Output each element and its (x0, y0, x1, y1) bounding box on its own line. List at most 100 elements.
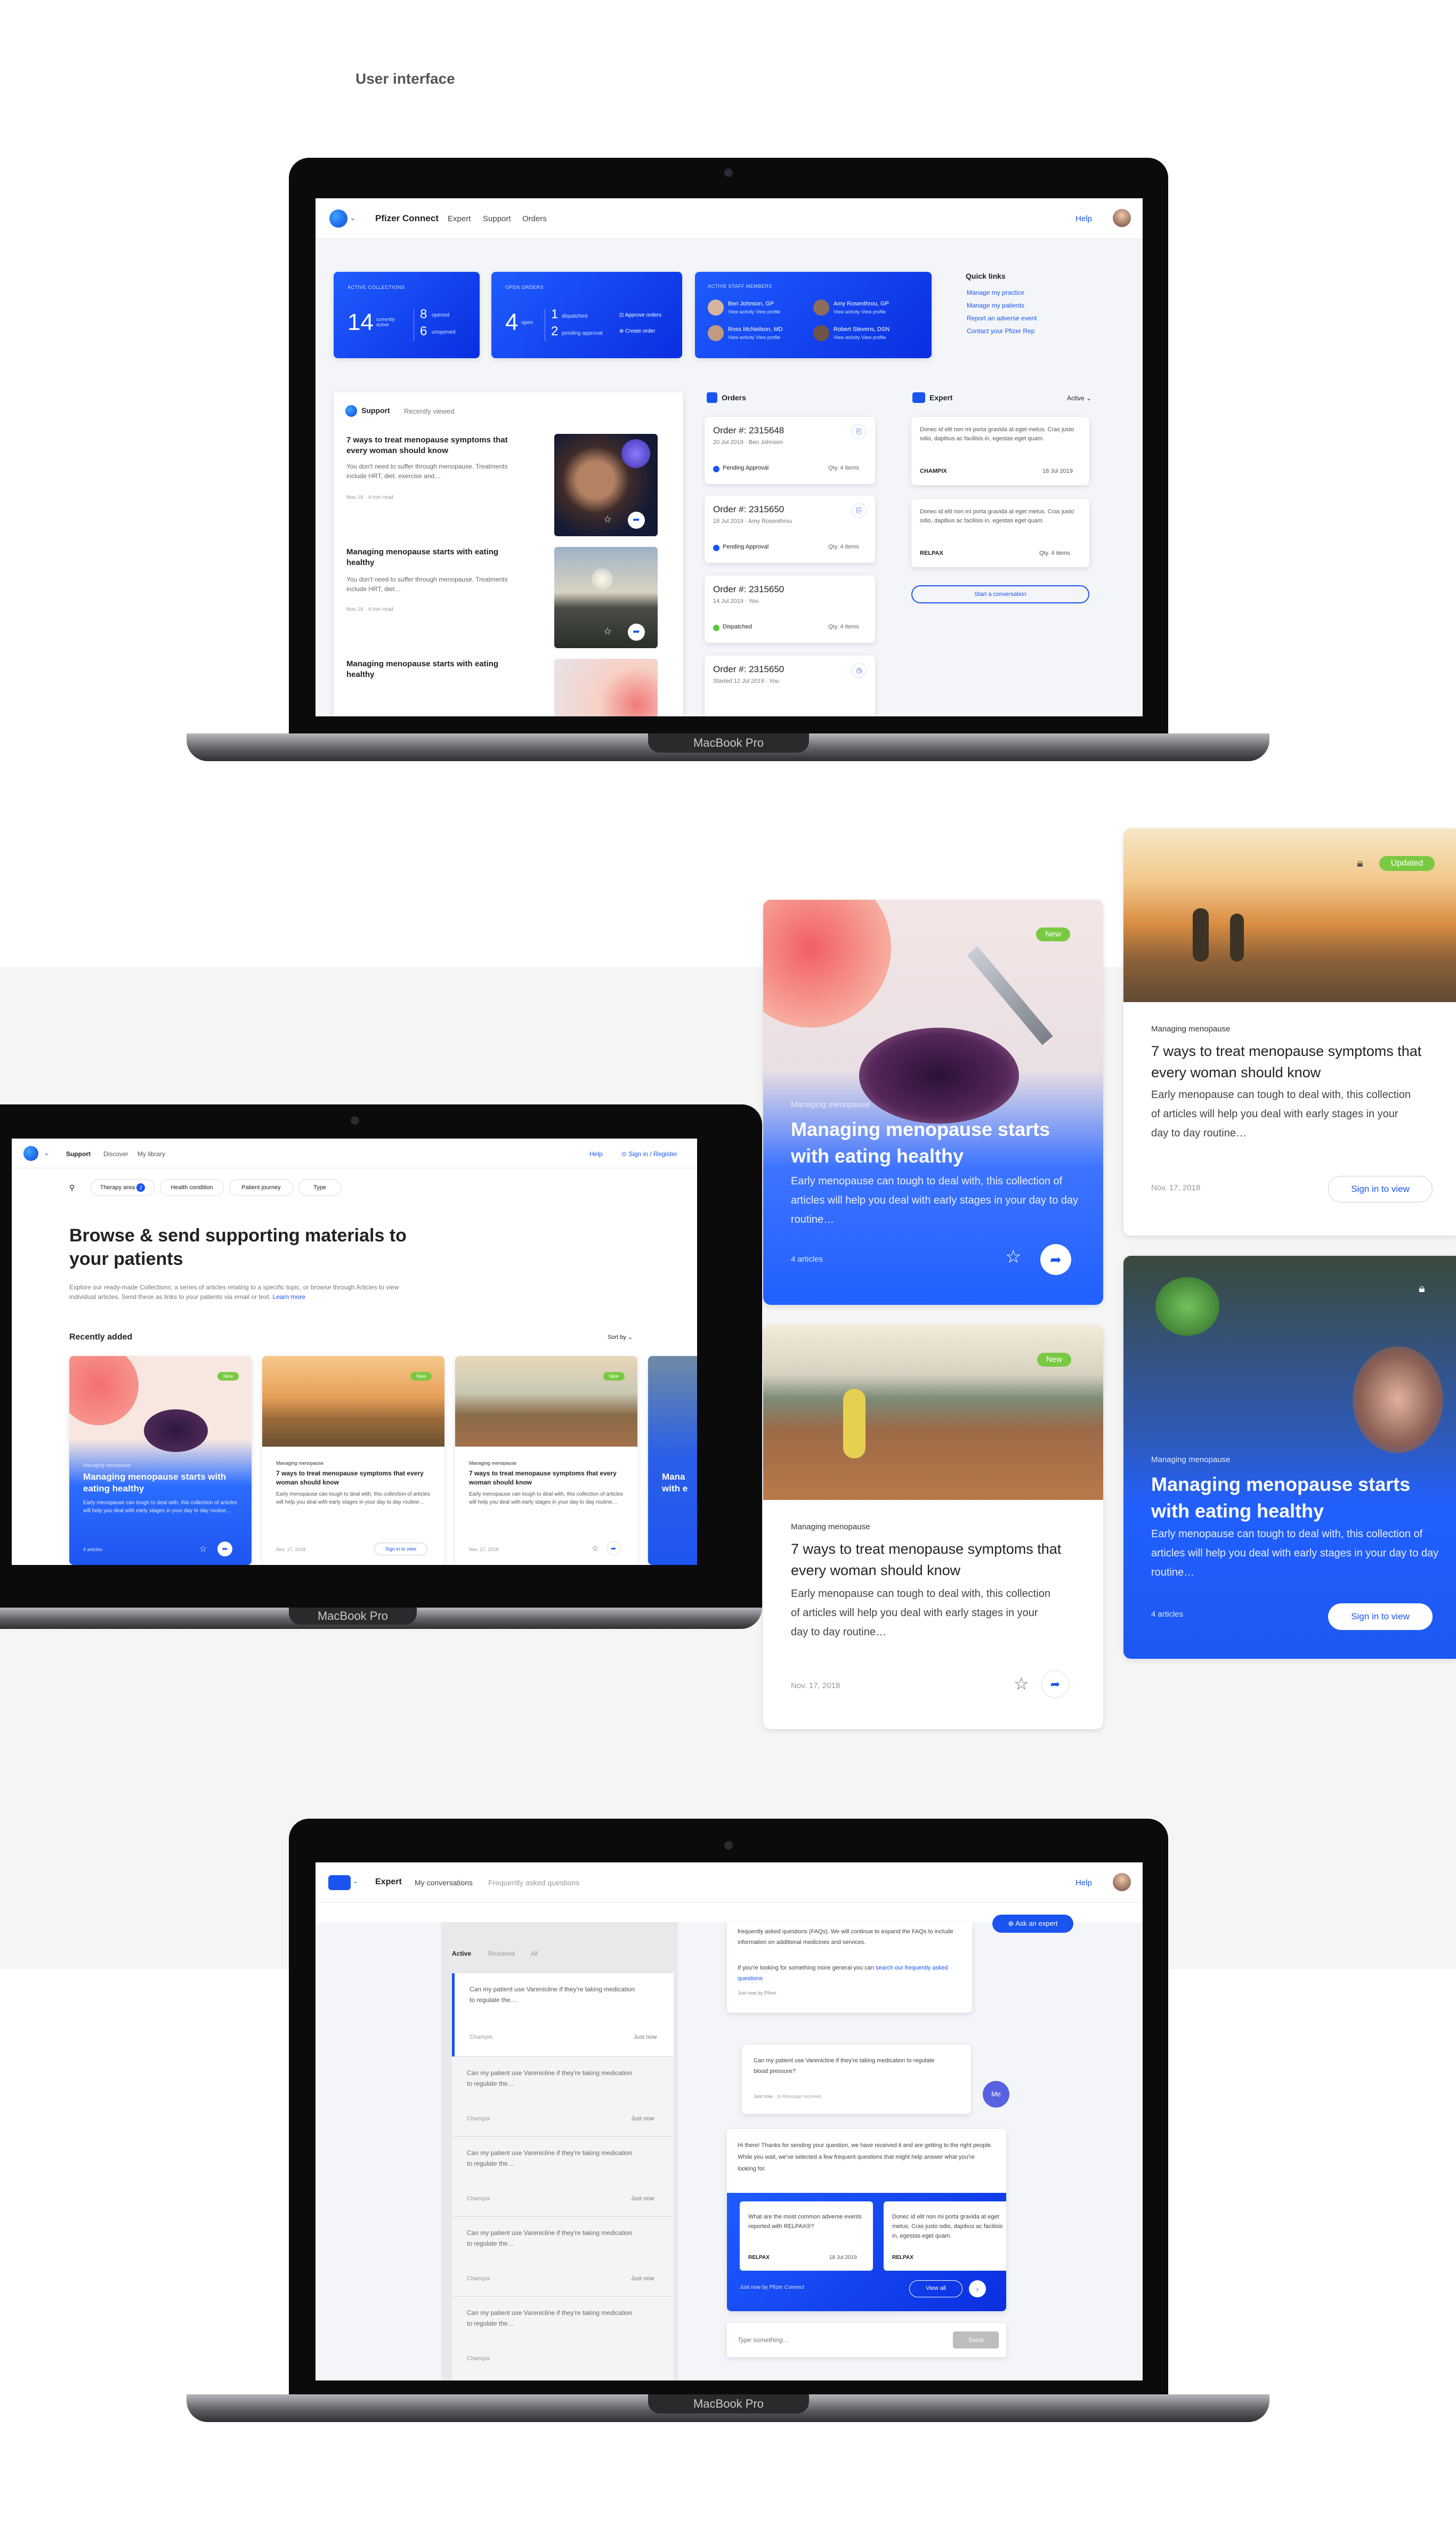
view-all-button[interactable]: View all (909, 2280, 962, 2297)
quick-link-patients[interactable]: Manage my patients (967, 302, 1024, 309)
article-photo[interactable]: ➦ ☆ (554, 547, 658, 648)
sign-in-to-view-button[interactable]: Sign in to view (374, 1543, 427, 1555)
article-photo[interactable]: ➦ ☆ (554, 434, 658, 536)
nav-orders[interactable]: Orders (522, 214, 547, 223)
nav-support[interactable]: Support (483, 214, 511, 223)
nav-faq[interactable]: Frequently asked questions (488, 1878, 579, 1887)
tab-recently-viewed[interactable]: Recently viewed (404, 407, 455, 415)
staff-links[interactable]: View activity View profile (834, 335, 886, 340)
quick-link-contact-rep[interactable]: Contact your Pfizer Rep (967, 327, 1034, 335)
approve-orders-link[interactable]: ⊡ Approve orders (619, 312, 661, 318)
article-title[interactable]: 7 ways to treat menopause symptoms that … (346, 435, 528, 456)
sign-in-to-view-button[interactable]: Sign in to view (1328, 1176, 1433, 1203)
order-card[interactable]: Order #: 2315650 18 Jul 2019 · Amy Rosen… (705, 496, 875, 563)
chevron-down-icon[interactable]: ⌄ (350, 213, 356, 222)
article-photo[interactable] (554, 659, 658, 716)
pfizer-logo-icon[interactable] (329, 209, 347, 228)
support-icon (345, 405, 357, 417)
clock-icon[interactable]: ◷ (852, 663, 867, 678)
conversation-item[interactable]: Can my patient use Varenicline if they'r… (452, 2296, 674, 2380)
star-icon[interactable]: ☆ (592, 1544, 598, 1553)
nav-my-conversations[interactable]: My conversations (415, 1878, 473, 1887)
tab-all[interactable]: All (531, 1950, 538, 1957)
conversation-item[interactable]: Can my patient use Varenicline if they'r… (452, 2056, 674, 2136)
article-card[interactable]: New Managing menopause 7 ways to treat m… (763, 1325, 1103, 1729)
help-menu[interactable]: Help (589, 1150, 603, 1158)
filter-patient-journey[interactable]: Patient journey (229, 1179, 293, 1196)
learn-more-link[interactable]: Learn more (273, 1293, 305, 1301)
document-icon[interactable]: ⎘ (852, 424, 867, 439)
staff-links[interactable]: View activity View profile (728, 335, 780, 340)
pfizer-logo-icon[interactable] (23, 1146, 38, 1161)
article-card[interactable]: 🔒︎ Updated Managing menopause 7 ways to … (1123, 828, 1456, 1236)
share-icon[interactable]: ➦ (217, 1542, 232, 1556)
share-icon[interactable]: ➦ (1041, 1670, 1069, 1698)
stat-card-orders[interactable]: OPEN ORDERS 4 open 1 dispatched 2 pendin… (491, 272, 682, 358)
article-card[interactable]: New Managing menopause 7 ways to treat m… (262, 1356, 444, 1565)
star-icon[interactable]: ☆ (1005, 1246, 1021, 1268)
expert-card[interactable]: Donec id elit non mi porta gravida at eg… (911, 417, 1089, 485)
filter-health-condition[interactable]: Health condition (160, 1179, 224, 1196)
stat-card-collections[interactable]: ACTIVE COLLECTIONS 14 currently active 8… (334, 272, 480, 358)
conversation-item[interactable]: Can my patient use Varenicline if they'r… (452, 2216, 674, 2296)
order-card[interactable]: Order #: 2315648 20 Jul 2019 · Ben Johns… (705, 417, 875, 484)
signin-link[interactable]: ⊙ Sign in / Register (621, 1150, 677, 1158)
star-icon[interactable]: ☆ (603, 626, 612, 637)
new-badge: New (217, 1372, 239, 1381)
filter-therapy-area[interactable]: Therapy area 2 (91, 1179, 155, 1196)
order-status: Pending Approval (723, 544, 769, 550)
send-button[interactable]: Send (953, 2331, 999, 2349)
avatar[interactable] (1113, 1873, 1131, 1891)
expert-logo-icon[interactable] (328, 1875, 351, 1890)
collection-card[interactable]: Mana with e (648, 1356, 697, 1565)
avatar[interactable] (1113, 209, 1131, 227)
collection-card[interactable]: New Managing menopause Managing menopaus… (69, 1356, 252, 1565)
nav-support[interactable]: Support (66, 1150, 91, 1158)
faq-card[interactable]: What are the most common adverse events … (740, 2201, 873, 2271)
tab-support[interactable]: Support (361, 406, 390, 415)
star-icon[interactable]: ☆ (1014, 1674, 1029, 1694)
help-menu[interactable]: Help (1075, 1878, 1092, 1887)
help-menu[interactable]: Help (1075, 214, 1092, 223)
star-icon[interactable]: ☆ (199, 1544, 207, 1554)
start-conversation-button[interactable]: Start a conversation (911, 585, 1089, 603)
chevron-down-icon[interactable]: ⌄ (353, 1877, 358, 1885)
search-icon[interactable]: ⚲ (69, 1183, 75, 1192)
tab-active[interactable]: Active (452, 1950, 471, 1957)
conversation-item[interactable]: Can my patient use Varenicline if they'r… (452, 2136, 674, 2216)
document-icon[interactable]: ⎘ (852, 503, 867, 518)
quick-link-adverse-event[interactable]: Report an adverse event (967, 314, 1037, 322)
order-card[interactable]: Order #: 2315650 14 Jul 2019 · You Dispa… (705, 576, 875, 643)
message-input[interactable] (738, 2330, 940, 2350)
expert-card[interactable]: Donec id elit non mi porta gravida at eg… (911, 499, 1089, 567)
article-card[interactable]: New Managing menopause 7 ways to treat m… (455, 1356, 637, 1565)
nav-expert[interactable]: Expert (448, 214, 471, 223)
faq-card[interactable]: Donec id elit non mi porta gravida at eg… (884, 2201, 1006, 2271)
sign-in-to-view-button[interactable]: Sign in to view (1328, 1603, 1433, 1630)
create-order-link[interactable]: ⊕ Create order (619, 328, 655, 334)
staff-links[interactable]: View activity View profile (834, 309, 886, 314)
nav-my-library[interactable]: My library (137, 1150, 165, 1158)
sort-by[interactable]: Sort by ⌄ (608, 1334, 633, 1341)
quick-link-practice[interactable]: Manage my practice (967, 289, 1024, 296)
article-title[interactable]: Managing menopause starts with eating he… (346, 659, 528, 680)
chevron-down-icon[interactable]: ⌄ (44, 1149, 49, 1157)
star-icon[interactable]: ☆ (603, 514, 612, 525)
share-icon[interactable]: ➦ (628, 512, 645, 529)
nav-discover[interactable]: Discover (103, 1150, 128, 1158)
share-icon[interactable]: ➦ (606, 1542, 620, 1555)
share-icon[interactable]: ➦ (628, 624, 645, 641)
ask-expert-button[interactable]: ⊕ Ask an expert (992, 1915, 1073, 1933)
filter-type[interactable]: Type (298, 1179, 341, 1196)
staff-links[interactable]: View activity View profile (728, 309, 780, 314)
tab-resolved[interactable]: Resolved (488, 1950, 515, 1957)
expert-filter[interactable]: Active ⌄ (1067, 394, 1091, 402)
article-title[interactable]: Managing menopause starts with eating he… (346, 547, 528, 568)
nav-expert[interactable]: Expert (375, 1877, 402, 1887)
order-card[interactable]: Order #: 2315650 Started 12 Jul 2019 · Y… (705, 656, 875, 716)
collection-card[interactable]: New Managing menopause Managing menopaus… (763, 900, 1103, 1305)
conversation-item[interactable]: Can my patient use Varenicline if they'r… (452, 1973, 674, 2056)
share-icon[interactable]: ➦ (1040, 1244, 1071, 1275)
collection-card[interactable]: 🔒︎ Managing menopause Managing menopause… (1123, 1256, 1456, 1659)
chevron-right-icon[interactable]: › (969, 2280, 986, 2297)
